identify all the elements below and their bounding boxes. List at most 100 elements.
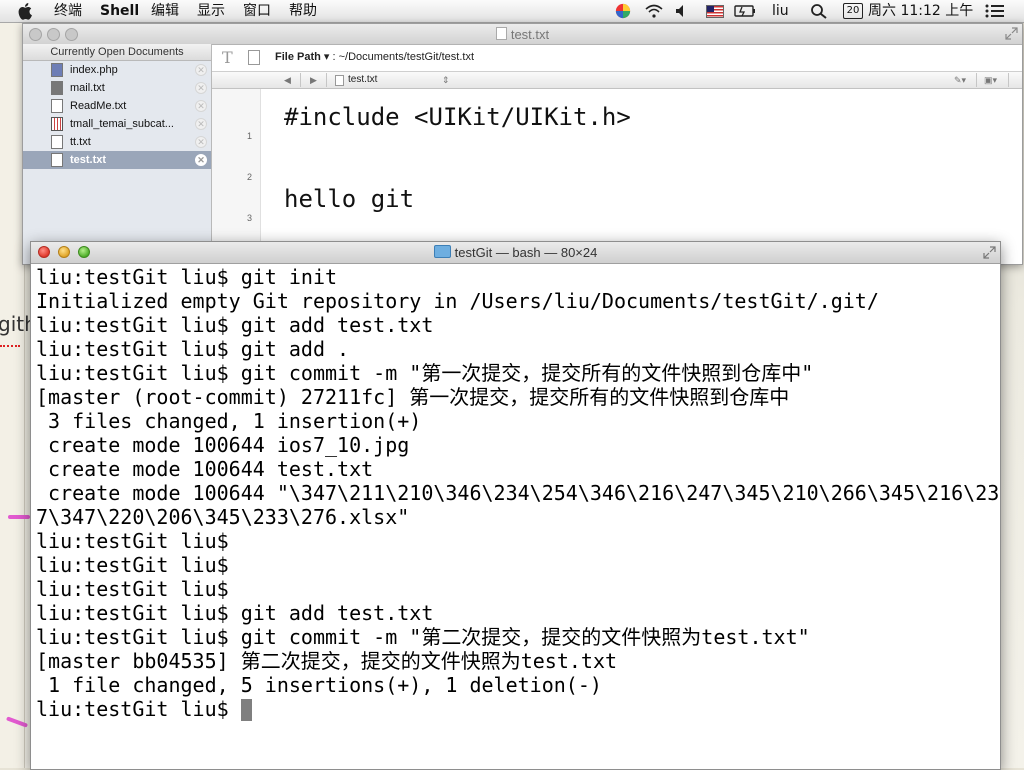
terminal-line: create mode 100644 test.txt [36,457,374,481]
apple-menu-icon[interactable] [18,2,34,20]
us-flag-input-icon[interactable] [706,5,724,18]
menu-bar: 终端 Shell 编辑 显示 窗口 帮助 liu 20 周六 11:12 上午 [0,0,1024,23]
close-document-icon[interactable]: ✕ [195,136,207,148]
fullscreen-icon[interactable] [1005,27,1018,40]
terminal-title-text: testGit — bash — 80×24 [454,245,598,260]
terminal-line: 3 files changed, 1 insertion(+) [36,409,422,433]
menu-shell[interactable]: Shell [100,2,139,20]
divider [1008,73,1009,87]
navigation-bar: ◀ ▶ test.txt ⇕ ✎▾ ▣▾ [212,72,1022,89]
terminal-line: create mode 100644 ios7_10.jpg [36,433,410,457]
close-document-icon[interactable]: ✕ [195,118,207,130]
file-path-label[interactable]: File Path ▾ : ~/Documents/testGit/test.t… [275,44,474,71]
background-decoration [8,515,30,519]
menu-view[interactable]: 显示 [197,2,225,20]
spotlight-icon[interactable] [810,3,828,19]
path-bar: T File Path ▾ : ~/Documents/testGit/test… [212,44,1022,72]
menu-help[interactable]: 帮助 [289,2,317,20]
file-path-value: ~/Documents/testGit/test.txt [338,51,475,63]
line-number: 1 [246,131,252,141]
text-file-icon [51,99,63,113]
document-item[interactable]: index.php ✕ [23,61,211,79]
line-number-gutter: 1 2 3 4 [212,89,261,264]
document-name: test.txt [70,154,107,166]
terminal-line: 7\347\220\206\345\233\276.xlsx" [36,505,410,529]
divider [326,73,327,87]
text-editor-window: test.txt Currently Open Documents index.… [22,23,1023,265]
volume-icon[interactable] [674,3,692,19]
text-tool-icon[interactable]: T [222,50,233,66]
current-file-selector[interactable]: test.txt [348,73,377,87]
file-path-dropdown[interactable]: ▾ : [324,51,336,63]
text-file-icon [51,135,63,149]
terminal-line: liu:testGit liu$ git add . [36,337,350,361]
terminal-line: liu:testGit liu$ git add test.txt [36,601,434,625]
line-number: 2 [246,172,252,182]
text-file-icon [51,81,63,95]
document-name: index.php [70,64,118,76]
terminal-line: [master (root-commit) 27211fc] 第一次提交，提交所… [36,385,790,409]
window-menu-icon[interactable]: ▣▾ [984,73,997,87]
document-name: mail.txt [70,82,105,94]
file-path-heading: File Path [275,51,321,63]
document-item[interactable]: tt.txt ✕ [23,133,211,151]
close-document-icon[interactable]: ✕ [195,64,207,76]
close-document-icon[interactable]: ✕ [195,100,207,112]
document-icon [495,27,507,40]
stepper-icon[interactable]: ⇕ [442,73,450,87]
terminal-line: liu:testGit liu$ git commit -m "第二次提交，提交… [36,625,810,649]
background-decoration [0,345,20,353]
menu-edit[interactable]: 编辑 [151,2,179,20]
terminal-prompt-line[interactable]: liu:testGit liu$ [36,697,1000,721]
fullscreen-icon[interactable] [983,246,996,259]
code-line[interactable]: hello git [284,185,414,213]
document-item[interactable]: tmall_temai_subcat... ✕ [23,115,211,133]
terminal-line: liu:testGit liu$ git add test.txt [36,313,434,337]
forward-arrow-icon[interactable]: ▶ [310,73,317,87]
divider [300,73,301,87]
terminal-line: create mode 100644 "\347\211\210\346\234… [36,481,1000,505]
terminal-line: Initialized empty Git repository in /Use… [36,289,879,313]
terminal-line: liu:testGit liu$ [36,577,229,601]
back-arrow-icon[interactable]: ◀ [284,73,291,87]
document-item-selected[interactable]: test.txt ✕ [23,151,211,169]
clock[interactable]: 周六 11:12 上午 [868,2,973,20]
php-file-icon [51,63,63,77]
document-name: ReadMe.txt [70,100,127,112]
document-item[interactable]: mail.txt ✕ [23,79,211,97]
terminal-line: liu:testGit liu$ git init [36,265,338,289]
terminal-line: liu:testGit liu$ [36,553,229,577]
terminal-line: [master bb04535] 第二次提交，提交的文件快照为test.txt [36,649,618,673]
notification-center-icon[interactable] [984,3,1006,19]
editor-titlebar[interactable]: test.txt [23,24,1022,45]
terminal-line: 1 file changed, 5 insertions(+), 1 delet… [36,673,602,697]
terminal-window: testGit — bash — 80×24 liu:testGit liu$ … [30,241,1001,770]
document-name: tt.txt [70,136,91,148]
document-icon[interactable] [248,50,260,65]
document-icon [335,75,344,86]
document-name: tmall_temai_subcat... [70,118,174,130]
document-item[interactable]: ReadMe.txt ✕ [23,97,211,115]
close-document-icon[interactable]: ✕ [195,82,207,94]
close-document-icon[interactable]: ✕ [195,154,207,166]
line-number: 3 [246,213,252,223]
code-line[interactable]: #include <UIKit/UIKit.h> [284,103,631,131]
sidebar-header: Currently Open Documents [23,44,211,61]
pen-icon[interactable]: ✎▾ [954,73,966,87]
user-menu[interactable]: liu [772,2,789,20]
color-wheel-icon[interactable] [614,3,632,19]
divider [976,73,977,87]
editor-title-text: test.txt [510,27,550,42]
calendar-date-icon[interactable]: 20 [843,3,863,19]
wifi-icon[interactable] [645,3,663,19]
battery-icon[interactable] [734,3,756,19]
terminal-output[interactable]: liu:testGit liu$ git init Initialized em… [36,265,1000,721]
terminal-titlebar[interactable]: testGit — bash — 80×24 [31,242,1000,264]
terminal-window-title: testGit — bash — 80×24 [31,245,1000,260]
spreadsheet-file-icon [51,117,63,131]
terminal-prompt: liu:testGit liu$ [36,697,241,721]
menu-window[interactable]: 窗口 [243,2,271,20]
editor-main: T File Path ▾ : ~/Documents/testGit/test… [212,44,1022,264]
menu-terminal[interactable]: 终端 [54,2,82,20]
text-file-icon [51,153,63,167]
